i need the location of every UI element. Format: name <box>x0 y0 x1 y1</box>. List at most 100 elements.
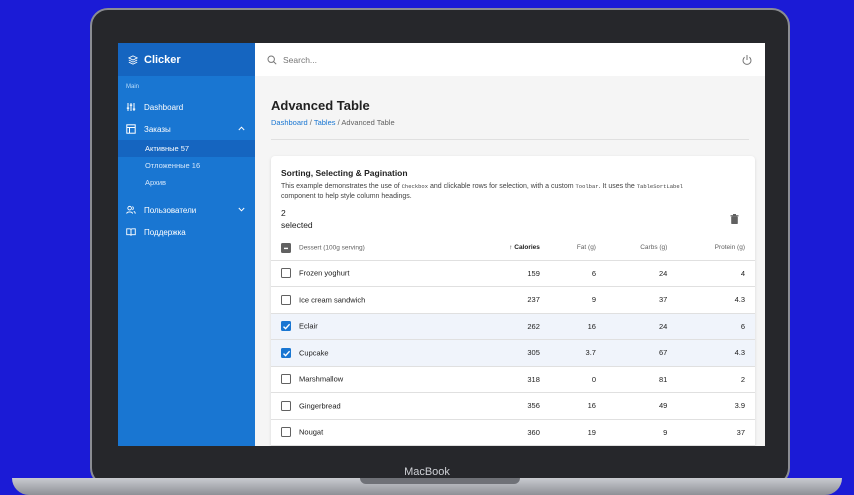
breadcrumb-separator: / <box>309 118 312 127</box>
sidebar-item-dashboard[interactable]: Dashboard <box>118 96 255 118</box>
cell-fat: 19 <box>549 419 606 446</box>
cell-carbs: 24 <box>605 313 678 340</box>
sidebar-subitem-active[interactable]: Активные 57 <box>118 140 255 157</box>
card-title: Sorting, Selecting & Pagination <box>281 168 408 178</box>
main-content: Advanced Table Dashboard / Tables / Adva… <box>255 76 765 446</box>
app-screen: Clicker Main Dashboard Заказы Активные 5… <box>118 43 765 446</box>
row-checkbox[interactable] <box>281 427 291 438</box>
book-icon <box>126 227 136 237</box>
device-brand-label: MacBook <box>404 466 450 478</box>
header-carbs[interactable]: Carbs (g) <box>605 236 678 261</box>
cell-dessert: Frozen yoghurt <box>271 260 472 287</box>
select-all-checkbox[interactable] <box>281 242 291 253</box>
header-calories[interactable]: ↑ Calories <box>471 236 550 261</box>
breadcrumb-link-dashboard[interactable]: Dashboard <box>271 118 308 127</box>
cell-dessert: Ice cream sandwich <box>271 286 472 314</box>
cell-fat: 6 <box>549 260 606 287</box>
table-card: Sorting, Selecting & Pagination This exa… <box>271 156 755 446</box>
sidebar-item-label: Dashboard <box>144 102 184 112</box>
delete-icon[interactable] <box>730 214 739 227</box>
table-row[interactable]: Ice cream sandwich 237 9 37 4.3 <box>271 286 755 314</box>
table-row[interactable]: Cupcake 305 3.7 67 4.3 <box>271 339 755 367</box>
cell-carbs: 49 <box>605 392 678 420</box>
sidebar-item-users[interactable]: Пользователи <box>118 199 255 221</box>
dessert-name: Gingerbread <box>299 401 341 411</box>
row-checkbox[interactable] <box>281 347 291 358</box>
cell-calories: 237 <box>471 286 550 314</box>
cell-calories: 356 <box>471 392 550 420</box>
sidebar-item-label: Пользователи <box>144 205 197 215</box>
row-checkbox[interactable] <box>281 374 291 385</box>
dessert-name: Eclair <box>299 321 318 331</box>
sidebar-item-label: Поддержка <box>144 227 186 237</box>
table-row[interactable]: Frozen yoghurt 159 6 24 4 <box>271 260 755 287</box>
cell-protein: 3.9 <box>677 392 755 420</box>
cell-calories: 318 <box>471 366 550 393</box>
table-row[interactable]: Eclair 262 16 24 6 <box>271 313 755 340</box>
breadcrumb-current: Advanced Table <box>341 118 395 127</box>
cell-carbs: 81 <box>605 366 678 393</box>
sidebar-subitem-postponed[interactable]: Отложенные 16 <box>118 157 255 174</box>
sidebar-subitem-archive[interactable]: Архив <box>118 174 255 191</box>
breadcrumb-link-tables[interactable]: Tables <box>314 118 336 127</box>
layers-icon <box>128 54 138 65</box>
dessert-name: Ice cream sandwich <box>299 295 366 305</box>
row-checkbox[interactable] <box>281 400 291 411</box>
cell-protein: 4.3 <box>677 339 755 367</box>
cell-calories: 159 <box>471 260 550 287</box>
cell-protein: 37 <box>677 419 755 446</box>
cell-carbs: 67 <box>605 339 678 367</box>
sidebar: Clicker Main Dashboard Заказы Активные 5… <box>118 43 255 446</box>
sidebar-section-label: Main <box>126 84 140 90</box>
cell-dessert: Marshmallow <box>271 366 472 393</box>
sort-arrow-icon: ↑ <box>509 244 513 252</box>
dessert-name: Marshmallow <box>299 374 344 384</box>
dessert-name: Frozen yoghurt <box>299 268 350 278</box>
chevron-up-icon <box>238 125 245 133</box>
dessert-name: Nougat <box>299 427 324 437</box>
search-icon[interactable] <box>267 54 277 65</box>
logo-label: Clicker <box>144 53 181 66</box>
table-icon <box>126 124 136 134</box>
header-protein[interactable]: Protein (g) <box>677 236 755 261</box>
cell-dessert: Cupcake <box>271 339 472 367</box>
table-row[interactable]: Marshmallow 318 0 81 2 <box>271 366 755 393</box>
cell-fat: 9 <box>549 286 606 314</box>
breadcrumb-separator: / <box>337 118 340 127</box>
table-header-row: Dessert (100g serving) ↑ Calories Fat (g… <box>271 236 755 261</box>
cell-carbs: 9 <box>605 419 678 446</box>
topbar <box>255 43 765 76</box>
cell-protein: 2 <box>677 366 755 393</box>
row-checkbox[interactable] <box>281 268 291 279</box>
cell-dessert: Nougat <box>271 419 472 446</box>
page-title: Advanced Table <box>271 98 370 113</box>
sidebar-item-orders[interactable]: Заказы <box>118 118 255 140</box>
sidebar-item-support[interactable]: Поддержка <box>118 221 255 243</box>
cell-protein: 4 <box>677 260 755 287</box>
header-fat[interactable]: Fat (g) <box>549 236 606 261</box>
cell-fat: 16 <box>549 313 606 340</box>
dessert-table: Dessert (100g serving) ↑ Calories Fat (g… <box>271 236 755 446</box>
search-input[interactable] <box>283 54 735 65</box>
cell-calories: 305 <box>471 339 550 367</box>
breadcrumb: Dashboard / Tables / Advanced Table <box>271 118 749 140</box>
sidebar-logo[interactable]: Clicker <box>118 43 255 76</box>
table-row[interactable]: Nougat 360 19 9 37 <box>271 419 755 446</box>
row-checkbox[interactable] <box>281 294 291 305</box>
header-dessert[interactable]: Dessert (100g serving) <box>271 236 472 261</box>
users-icon <box>126 205 136 215</box>
sliders-icon <box>126 102 136 112</box>
row-checkbox[interactable] <box>281 321 291 332</box>
cell-dessert: Eclair <box>271 313 472 340</box>
cell-carbs: 24 <box>605 260 678 287</box>
table-row[interactable]: Gingerbread 356 16 49 3.9 <box>271 392 755 420</box>
selection-toolbar: 2 selected <box>271 202 755 236</box>
card-description: This example demonstrates the use of Che… <box>281 183 683 200</box>
selected-count: 2 <box>281 208 286 218</box>
sidebar-item-label: Заказы <box>144 124 171 134</box>
cell-carbs: 37 <box>605 286 678 314</box>
power-icon[interactable] <box>741 54 753 66</box>
selected-label: selected <box>281 220 313 230</box>
cell-protein: 6 <box>677 313 755 340</box>
dessert-name: Cupcake <box>299 348 329 358</box>
